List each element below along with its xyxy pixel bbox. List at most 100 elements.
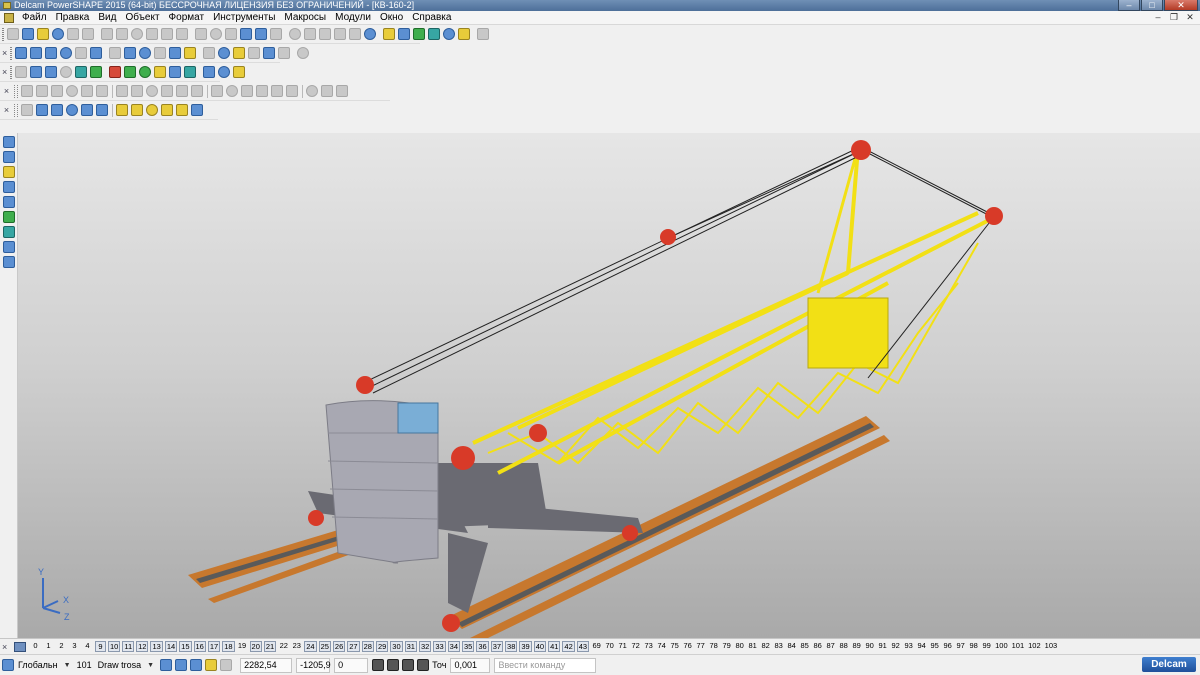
snap-geometry-icon[interactable] — [175, 659, 188, 671]
level-button[interactable]: 73 — [643, 641, 654, 652]
toolbar-tool-icon[interactable] — [289, 28, 301, 40]
toolbar-tool-icon[interactable] — [131, 28, 143, 40]
level-button[interactable]: 4 — [82, 641, 93, 652]
level-button[interactable]: 74 — [656, 641, 667, 652]
toolbar-tool-icon[interactable] — [51, 104, 63, 116]
level-button[interactable]: 89 — [851, 641, 862, 652]
level-button[interactable]: 79 — [721, 641, 732, 652]
toolbar-tool-icon[interactable] — [336, 85, 348, 97]
toolbar-tool-icon[interactable] — [256, 85, 268, 97]
level-button[interactable]: 88 — [838, 641, 849, 652]
toolbar-tool-icon[interactable] — [248, 47, 261, 59]
toolbar-grip[interactable] — [10, 65, 13, 79]
document-minimize-button[interactable]: – — [1152, 12, 1164, 23]
level-button[interactable]: 22 — [278, 641, 289, 652]
toolbar-tool-icon[interactable] — [116, 28, 128, 40]
level-button[interactable]: 96 — [942, 641, 953, 652]
toolbar-tool-icon[interactable] — [101, 28, 113, 40]
toolbar-tool-icon[interactable] — [60, 66, 73, 78]
level-button[interactable]: 71 — [617, 641, 628, 652]
level-button[interactable]: 37 — [490, 641, 504, 652]
toolbar-tool-icon[interactable] — [36, 104, 48, 116]
level-button[interactable]: 0 — [30, 641, 41, 652]
level-button[interactable]: 99 — [981, 641, 992, 652]
toolbar-tool-icon[interactable] — [66, 104, 78, 116]
level-button[interactable]: 41 — [548, 641, 561, 652]
level-button[interactable]: 85 — [799, 641, 810, 652]
menu-edit[interactable]: Правка — [52, 11, 95, 25]
toolbar-tool-icon[interactable] — [22, 28, 34, 40]
toolbar-tool-icon[interactable] — [90, 47, 103, 59]
calculator-icon[interactable] — [372, 659, 385, 671]
toolbar-tool-icon[interactable] — [116, 104, 128, 116]
toolbar-tool-icon[interactable] — [154, 47, 167, 59]
menu-tools[interactable]: Инструменты — [209, 11, 280, 25]
toolbar-tool-icon[interactable] — [203, 66, 216, 78]
toolbar-tool-icon[interactable] — [109, 47, 122, 59]
level-button[interactable]: 93 — [903, 641, 914, 652]
level-button[interactable]: 28 — [361, 641, 374, 652]
level-bar-close-button[interactable]: × — [2, 642, 11, 652]
level-button[interactable]: 19 — [237, 641, 248, 652]
menu-object[interactable]: Объект — [121, 11, 164, 25]
coord-x-field[interactable]: 2282,54 — [240, 657, 293, 673]
command-input[interactable]: Ввести команду — [494, 657, 597, 673]
snap-icon[interactable] — [160, 659, 173, 671]
level-button[interactable]: 97 — [955, 641, 966, 652]
left-tool-icon[interactable] — [3, 166, 15, 178]
workplane-dropdown-icon[interactable]: ▼ — [64, 662, 73, 669]
level-button[interactable]: 32 — [418, 641, 432, 652]
document-close-button[interactable]: ✕ — [1184, 12, 1196, 23]
toolbar-tool-icon[interactable] — [321, 85, 333, 97]
menu-format[interactable]: Формат — [165, 11, 210, 25]
tolerance-field[interactable]: 0,001 — [450, 657, 491, 673]
level-button[interactable]: 82 — [760, 641, 771, 652]
toolbar-tool-icon[interactable] — [124, 66, 137, 78]
toolbar-tool-icon[interactable] — [75, 66, 88, 78]
level-button[interactable]: 43 — [576, 641, 590, 652]
left-tool-icon[interactable] — [3, 181, 15, 193]
level-button[interactable]: 23 — [291, 641, 302, 652]
toolbar-tool-icon[interactable] — [21, 104, 33, 116]
level-button[interactable]: 35 — [462, 641, 475, 652]
toolbar-tool-icon[interactable] — [458, 28, 470, 40]
level-button[interactable]: 69 — [591, 641, 602, 652]
toolbar-tool-icon[interactable] — [278, 47, 291, 59]
level-button[interactable]: 36 — [476, 641, 489, 652]
level-button[interactable]: 11 — [122, 641, 135, 652]
grid-icon[interactable] — [220, 659, 233, 671]
level-button[interactable]: 83 — [773, 641, 784, 652]
toolbar-tool-icon[interactable] — [176, 85, 188, 97]
minimize-button[interactable]: – — [1118, 0, 1140, 11]
level-button[interactable]: 87 — [825, 641, 836, 652]
vector-icon[interactable] — [402, 659, 415, 671]
toolbar-tool-icon[interactable] — [82, 28, 94, 40]
level-button[interactable]: 26 — [332, 641, 346, 652]
toolbar-tool-icon[interactable] — [30, 66, 43, 78]
level-button[interactable]: 20 — [249, 641, 262, 652]
level-button[interactable]: 76 — [682, 641, 693, 652]
left-tool-icon[interactable] — [3, 226, 15, 238]
level-button[interactable]: 27 — [347, 641, 360, 652]
level-button[interactable]: 21 — [263, 641, 277, 652]
toolbar-tool-icon[interactable] — [263, 47, 276, 59]
toolbar-tool-icon[interactable] — [319, 28, 331, 40]
toolbar-close-button[interactable]: × — [2, 67, 7, 77]
toolbar-tool-icon[interactable] — [81, 104, 93, 116]
level-dropdown-icon[interactable]: ▼ — [147, 662, 156, 669]
toolbar-tool-icon[interactable] — [90, 66, 103, 78]
toolbar-tool-icon[interactable] — [169, 66, 182, 78]
level-name-select[interactable]: Draw trosa — [98, 660, 142, 670]
left-tool-icon[interactable] — [3, 241, 15, 253]
level-button[interactable]: 98 — [968, 641, 979, 652]
toolbar-tool-icon[interactable] — [96, 104, 108, 116]
toolbar-tool-icon[interactable] — [81, 85, 93, 97]
toolbar-tool-icon[interactable] — [184, 47, 197, 59]
toolbar-tool-icon[interactable] — [45, 47, 58, 59]
toolbar-tool-icon[interactable] — [210, 28, 222, 40]
level-button[interactable]: 39 — [519, 641, 532, 652]
level-button[interactable]: 9 — [95, 641, 106, 652]
toolbar-tool-icon[interactable] — [154, 66, 167, 78]
level-button[interactable]: 86 — [812, 641, 823, 652]
toolbar-close-button[interactable]: × — [2, 48, 7, 58]
